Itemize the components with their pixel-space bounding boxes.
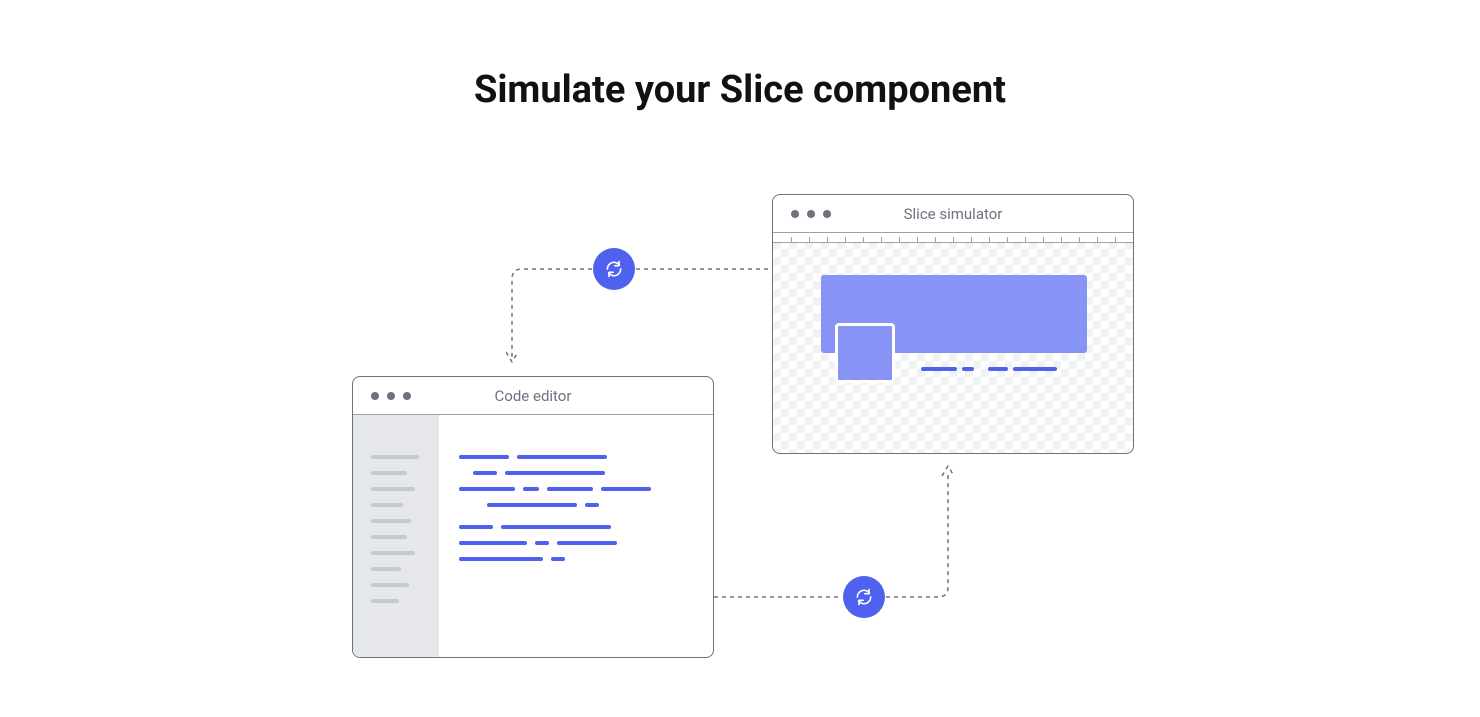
window-header: Slice simulator [773, 195, 1133, 233]
simulator-thumbnail-block [835, 323, 895, 383]
window-dot [387, 392, 395, 400]
code-editor-body [353, 415, 713, 657]
ruler [773, 233, 1133, 243]
connector-bottom-left [714, 592, 842, 602]
window-traffic-lights [791, 210, 831, 218]
window-dot [403, 392, 411, 400]
window-dot [371, 392, 379, 400]
connector-top-right [636, 264, 772, 274]
page-title: Simulate your Slice component [0, 68, 1480, 112]
code-editor-content [439, 415, 713, 657]
window-dot [807, 210, 815, 218]
code-editor-sidebar [353, 415, 439, 657]
window-header: Code editor [353, 377, 713, 415]
simulator-text-lines [921, 367, 1057, 371]
refresh-icon [593, 248, 635, 290]
refresh-icon [843, 576, 885, 618]
window-title: Code editor [495, 387, 572, 405]
window-traffic-lights [371, 392, 411, 400]
slice-simulator-window: Slice simulator [772, 194, 1134, 454]
window-title: Slice simulator [904, 205, 1003, 223]
window-dot [823, 210, 831, 218]
connector-bottom-right [886, 454, 966, 602]
simulator-canvas [773, 233, 1133, 453]
connector-top-left [506, 258, 596, 376]
code-editor-window: Code editor [352, 376, 714, 658]
window-dot [791, 210, 799, 218]
